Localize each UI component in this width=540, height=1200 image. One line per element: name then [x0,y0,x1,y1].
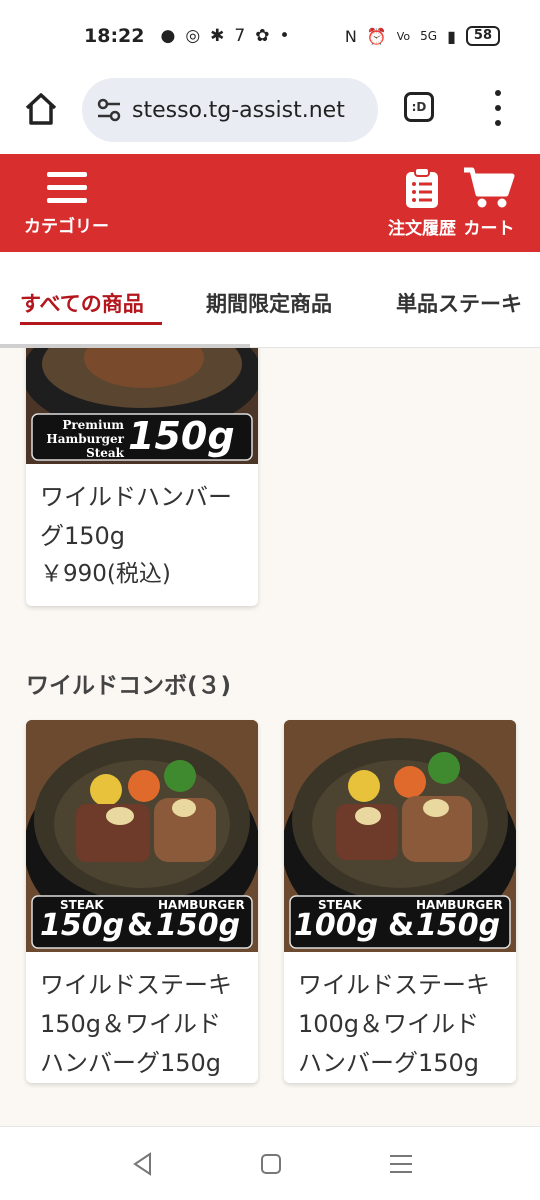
badge-line3: Steak [86,446,124,460]
active-tab-indicator [20,322,162,325]
combo-ampersand: & [127,908,154,943]
tab-all-products[interactable]: すべての商品 [20,288,144,318]
dot-icon: • [279,26,290,46]
system-navigation-bar [0,1126,540,1200]
product-name: ワイルドハンバーグ150g [40,483,232,550]
browser-toolbar: stesso.tg-assist.net :D [0,72,540,154]
product-card-combo-150[interactable]: STEAK HAMBURGER 150g & 150g ワイルドステーキ150g… [26,720,258,1083]
home-icon[interactable] [22,90,60,128]
volte-icon: Vo [396,29,411,43]
product-card-combo-100[interactable]: STEAK HAMBURGER 100g & 150g ワイルドステーキ100g… [284,720,516,1083]
section-title: ワイルドコンボ(３) [26,673,232,699]
combo-weight-left: 150g [40,908,125,943]
battery-icon: 58 [465,26,500,46]
product-name: ワイルドステーキ150g＆ワイルドハンバーグ150g [40,971,232,1077]
cart-icon [464,167,515,208]
clipboard-icon [406,167,438,208]
product-price: ￥990(税込) [40,561,171,587]
notification-icons: ● ◎ ✱ 7 ✿ • [160,26,289,46]
back-icon[interactable] [128,1149,158,1179]
badge-weight: 150g [128,414,235,458]
combo-weight-right: 150g [156,908,241,943]
combo-weight-right: 150g [416,908,501,943]
seven-icon: 7 [234,26,246,46]
badge-line1: Premium [62,418,124,432]
product-image: STEAK HAMBURGER 100g & 150g [284,720,516,952]
order-history-label: 注文履歴 [388,219,456,239]
tab-limited-products[interactable]: 期間限定商品 [206,288,332,318]
category-button[interactable]: カテゴリー [24,168,109,237]
flower-icon: ✿ [255,26,270,46]
system-icons: N ⏰ Vo 5G ▮ 58 [345,26,500,46]
site-settings-icon[interactable] [96,97,122,123]
status-bar: 18:22 ● ◎ ✱ 7 ✿ • N ⏰ Vo 5G ▮ 58 [0,0,540,72]
network-icon: 5G [420,29,438,43]
status-time: 18:22 [84,25,145,47]
tab-switcher-button[interactable]: :D [404,92,434,122]
tab-single-steak[interactable]: 単品ステーキ [396,288,522,318]
order-history-button[interactable]: 注文履歴 [388,166,456,239]
product-name: ワイルドステーキ100g＆ワイルドハンバーグ150g [298,971,490,1077]
cart-label: カート [463,219,515,239]
product-image: STEAK HAMBURGER 150g & 150g [26,720,258,952]
category-tabs: すべての商品 期間限定商品 単品ステーキ [0,252,540,348]
app-icon: ◎ [185,26,201,46]
signal-icon: ▮ [447,26,456,46]
product-list[interactable]: Premium Hamburger Steak 150g ワイルドハンバーグ15… [0,348,540,1126]
product-image: Premium Hamburger Steak 150g [26,348,258,464]
alarm-icon: ⏰ [366,26,387,46]
url-text: stesso.tg-assist.net [132,97,345,123]
combo-weight-left: 100g [294,908,379,943]
badge-line2: Hamburger [46,432,124,446]
url-field[interactable]: stesso.tg-assist.net [82,78,378,142]
badge-caption: Premium Hamburger Steak [38,418,124,460]
hamburger-menu-icon [46,172,87,203]
home-nav-icon[interactable] [256,1149,286,1179]
app-header: カテゴリー 注文履歴 カート [0,154,540,252]
product-card-hamburger[interactable]: Premium Hamburger Steak 150g ワイルドハンバーグ15… [26,348,258,606]
combo-ampersand: & [388,908,415,943]
recents-icon[interactable] [386,1149,416,1179]
bee-icon: ✱ [210,26,225,46]
browser-menu-icon[interactable] [488,90,508,126]
chat-icon: ● [160,26,176,46]
category-label: カテゴリー [24,217,109,237]
nfc-icon: N [344,26,357,46]
cart-button[interactable]: カート [462,166,516,239]
